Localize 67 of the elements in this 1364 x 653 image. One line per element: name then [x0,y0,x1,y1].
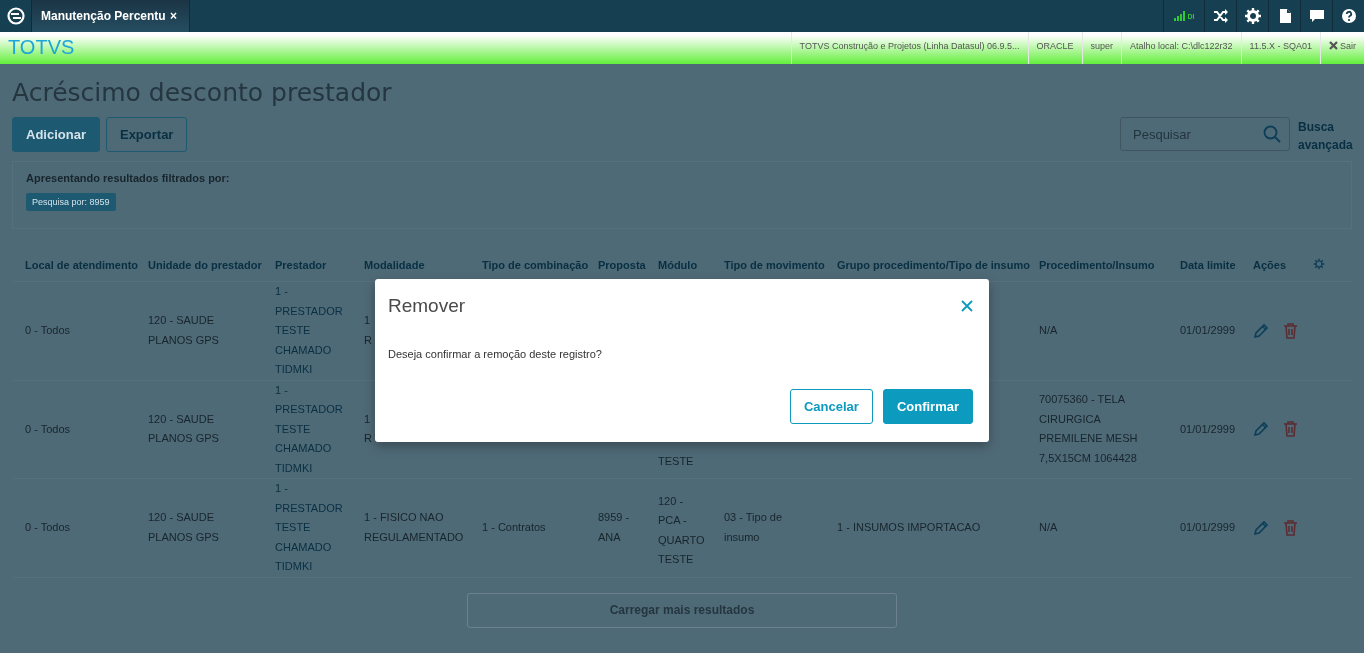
table-cell-text: 0 - Todos [25,421,72,437]
column-header[interactable]: Prestador [263,259,352,271]
dialog-message: Deseja confirmar a remoção deste registro? [388,348,603,362]
table-cell-text: 120 - PCA - QUARTO TESTE [658,493,706,567]
dialog-title: Remover [388,295,466,317]
close-tab-button[interactable]: × [170,9,177,23]
environment-info: Atalho local: C:\dlc122r32 [1121,32,1241,64]
program-tab[interactable]: Manutenção Percentu × [32,0,190,32]
table-cell-text: TESTE [658,453,695,469]
brand-logo-text: TOTVS [7,35,76,60]
filter-caption: Apresentando resultados filtrados por: [26,172,231,184]
column-header[interactable]: Módulo [646,259,712,271]
trash-icon[interactable] [1283,322,1298,339]
table-cell-text: 1 - INSUMOS IMPORTACAO [837,520,982,535]
environment-info: TOTVS Construção e Projetos (Linha Datasul) 06.9.5... [790,32,1028,64]
close-icon [1329,41,1338,50]
table-cell-text: 120 - SAUDE PLANOS GPS [148,510,220,545]
table-cell-text: 1 - Contratos [482,520,547,535]
table-cell-text: 8959 - ANA [598,510,631,545]
dialog-button[interactable]: Confirmar [882,389,973,424]
page-title: Acréscimo desconto prestador [12,78,393,107]
column-header[interactable]: Local de atendimento [13,259,136,271]
column-header[interactable]: Unidade do prestador [136,259,263,271]
chat-icon[interactable] [1308,8,1325,24]
table-cell-text: 01/01/2999 [1180,421,1235,437]
action-button[interactable]: Exportar [105,117,188,152]
table-cell-text: 01/01/2999 [1180,520,1235,535]
table-cell-text: N/A [1039,520,1059,535]
table-cell-text: 120 - SAUDE PLANOS GPS [148,313,220,348]
table-cell-text: 01/01/2999 [1180,323,1235,338]
table-cell-text: N/A [1039,323,1059,338]
filter-tag[interactable]: Pesquisa por: 8959 [26,193,116,211]
table-cell-text: 120 - SAUDE PLANOS GPS [148,411,220,447]
table-cell-text: 1 - FISICO NAO REGULAMENTADO [364,510,464,545]
edit-icon[interactable] [1253,421,1269,438]
logo-icon[interactable] [6,7,25,25]
column-header[interactable]: Data limite [1168,259,1241,271]
provider-link[interactable]: 1 - PRESTADOR TESTE CHAMADO TIDMKI [275,380,346,478]
dialog-button[interactable]: Cancelar [789,389,873,424]
environment-info: super [1081,32,1122,64]
table-cell-text: 0 - Todos [25,323,72,338]
search-field[interactable]: Pesquisar [1120,117,1290,151]
column-header[interactable]: Modalidade [352,259,470,271]
trash-icon[interactable] [1283,519,1298,536]
column-header[interactable]: Ações [1241,259,1313,271]
provider-link[interactable]: 1 - PRESTADOR TESTE CHAMADO TIDMKI [275,479,346,577]
shuffle-icon[interactable] [1212,8,1229,24]
advanced-search-link[interactable]: Busca avançada [1298,118,1352,154]
search-icon[interactable] [1263,125,1281,143]
table-cell-text: 1 R [364,411,373,447]
action-button[interactable]: Adicionar [12,117,100,152]
edit-icon[interactable] [1253,519,1269,536]
edit-icon[interactable] [1253,322,1269,339]
trash-icon[interactable] [1283,421,1298,438]
environment-info: 11.5.X - SQA01 [1240,32,1320,64]
logout-button[interactable]: Sair [1320,32,1364,64]
table-cell-text: 1 R [364,313,373,348]
environment-info: ORACLE [1027,32,1082,64]
table-cell-text: 0 - Todos [25,520,72,535]
column-header[interactable]: Tipo de movimento [712,259,825,271]
signal-icon [1173,11,1186,21]
provider-link[interactable]: 1 - PRESTADOR TESTE CHAMADO TIDMKI [275,282,346,380]
help-icon[interactable] [1340,8,1357,24]
close-icon[interactable] [961,300,973,312]
column-header[interactable]: Tipo de combinação [470,259,586,271]
table-cell-text: 70075360 - TELA CIRURGICA PREMILENE MESH 7,5X15CM 1064428 [1039,392,1139,466]
table-cell-text: 03 - Tipo de insumo [724,510,784,545]
